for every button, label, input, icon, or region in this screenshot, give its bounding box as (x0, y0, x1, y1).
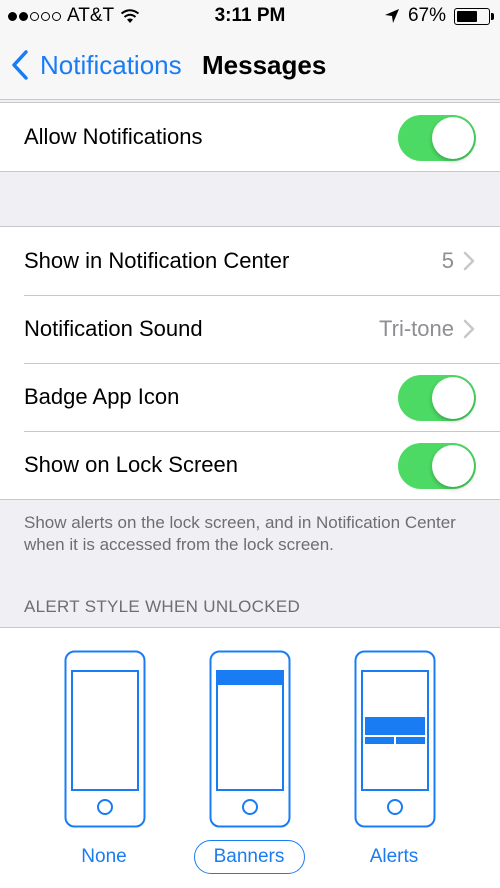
notification-sound-row[interactable]: Notification Sound Tri-tone (0, 295, 500, 363)
badge-app-icon-row: Badge App Icon (0, 363, 500, 431)
notification-sound-value: Tri-tone (379, 316, 454, 341)
alert-style-alerts[interactable]: Alerts (344, 628, 444, 888)
status-right: 67% (384, 5, 494, 27)
show-in-center-row[interactable]: Show in Notification Center 5 (0, 227, 500, 295)
allow-notifications-row: Allow Notifications (0, 103, 500, 171)
phone-banners-icon (209, 650, 291, 828)
notification-settings-group: Show in Notification Center 5 Notificati… (0, 226, 500, 500)
battery-level (457, 10, 478, 22)
alert-style-none-label: None (81, 846, 127, 867)
status-bar: AT&T 3:11 PM 67% (0, 0, 500, 34)
battery-percent: 67% (407, 5, 446, 26)
lock-screen-toggle[interactable] (398, 443, 476, 489)
back-button-label: Notifications (40, 49, 182, 80)
lock-screen-note: Show alerts on the lock screen, and in N… (24, 513, 456, 554)
chevron-left-icon (10, 48, 40, 82)
toggle-knob (432, 117, 474, 159)
toggle-knob (432, 377, 474, 419)
alert-style-picker: None Banners Alerts (0, 627, 500, 888)
notification-sound-label: Notification Sound (24, 316, 203, 341)
allow-notifications-group: Allow Notifications (0, 102, 500, 172)
alert-style-alerts-label: Alerts (369, 846, 419, 867)
nav-bar: Notifications Messages (0, 34, 500, 100)
page-title: Messages (202, 50, 327, 80)
lock-screen-row: Show on Lock Screen (0, 431, 500, 499)
badge-app-icon-toggle[interactable] (398, 375, 476, 421)
selected-style-indicator (194, 840, 305, 874)
show-in-center-label: Show in Notification Center (24, 248, 290, 273)
location-arrow-icon (384, 9, 399, 23)
alert-style-none[interactable]: None (54, 628, 154, 888)
back-button[interactable]: Notifications (10, 48, 182, 82)
battery-icon (454, 7, 494, 25)
toggle-knob (432, 445, 474, 487)
phone-alerts-icon (354, 650, 436, 828)
chevron-right-icon (463, 251, 475, 271)
allow-notifications-toggle[interactable] (398, 115, 476, 161)
alert-style-header: ALERT STYLE WHEN UNLOCKED (24, 597, 301, 616)
chevron-right-icon (463, 319, 475, 339)
phone-none-icon (64, 650, 146, 828)
show-in-center-value: 5 (441, 248, 454, 273)
